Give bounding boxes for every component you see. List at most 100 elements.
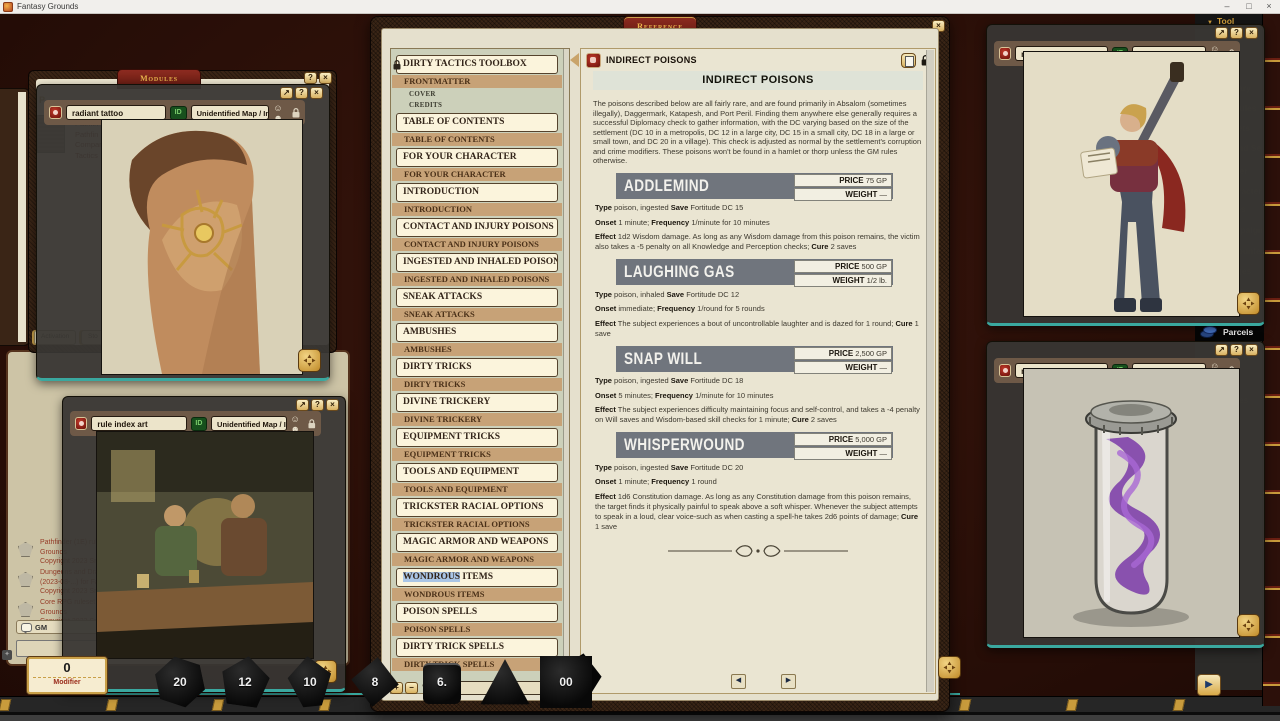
d8-die[interactable]: 8	[349, 656, 401, 708]
toc-entry[interactable]: COVER	[391, 89, 563, 100]
toc-entry[interactable]: TRICKSTER RACIAL OPTIONS	[396, 498, 558, 517]
id-badge[interactable]: ID	[170, 106, 187, 120]
toc-entry[interactable]: FOR YOUR CHARACTER	[396, 148, 558, 167]
effect-line: Effect 1d2 Wisdom damage. As long as any…	[595, 232, 923, 252]
toc-entry[interactable]: AMBUSHES	[396, 323, 558, 342]
image-name-field[interactable]: rule index art	[91, 416, 186, 431]
toc-entry[interactable]: INTRODUCTION	[392, 203, 562, 216]
toc-entry[interactable]: FOR YOUR CHARACTER	[392, 168, 562, 181]
radiant-tattoo-image[interactable]	[101, 119, 303, 375]
modifier-settings-icon[interactable]: ✦	[2, 650, 12, 660]
close-icon[interactable]: ×	[310, 87, 323, 99]
minimize-button[interactable]: –	[1218, 0, 1236, 13]
popout-icon[interactable]: ↗	[1215, 344, 1228, 356]
hotbar-page-marker[interactable]	[959, 699, 972, 711]
toc-entry[interactable]: EQUIPMENT TRICKS	[392, 448, 562, 461]
open-book-icon[interactable]	[901, 53, 916, 68]
toc-entry[interactable]: TOOLS AND EQUIPMENT	[392, 483, 562, 496]
image-name-field[interactable]: radiant tattoo	[66, 105, 166, 120]
hotbar-page-marker[interactable]	[1173, 699, 1186, 711]
toc-entry[interactable]: TABLE OF CONTENTS	[396, 113, 558, 132]
toc-entry[interactable]: CREDITS	[391, 100, 563, 111]
radial-menu-button[interactable]	[1237, 292, 1260, 315]
toc-entry[interactable]: TABLE OF CONTENTS	[392, 133, 562, 146]
toc-entry[interactable]: DIVINE TRICKERY	[392, 413, 562, 426]
id-badge[interactable]: ID	[191, 417, 207, 431]
maximize-button[interactable]: □	[1240, 0, 1258, 13]
toc-entry[interactable]: POISON SPELLS	[396, 603, 558, 622]
nightmare-vapor-image[interactable]	[1023, 368, 1240, 638]
d4-die[interactable]	[479, 656, 531, 708]
toc-entry[interactable]: TRICKSTER RACIAL OPTIONS	[392, 518, 562, 531]
content-scrollbar[interactable]	[926, 50, 934, 692]
play-button[interactable]: ▶	[1197, 674, 1221, 696]
toc-entry[interactable]: MAGIC ARMOR AND WEAPONS	[392, 553, 562, 566]
popout-icon[interactable]: ↗	[280, 87, 293, 99]
radial-menu-button[interactable]	[298, 349, 321, 372]
toc-entry[interactable]: INTRODUCTION	[396, 183, 558, 202]
d6-die[interactable]: 6.	[416, 656, 468, 708]
toc-entry[interactable]: SNEAK ATTACKS	[396, 288, 558, 307]
close-icon[interactable]: ×	[326, 399, 339, 411]
poison-cost-cells: PRICE 500 GPWEIGHT 1/2 lb.	[794, 260, 892, 288]
toc-entry[interactable]: POISON SPELLS	[392, 623, 562, 636]
help-icon[interactable]: ?	[304, 72, 317, 84]
image-category-field[interactable]: Unidentified Map / Im	[211, 416, 286, 431]
d100-die[interactable]: 00	[540, 656, 592, 708]
toc-entry[interactable]: DIVINE TRICKERY	[396, 393, 558, 412]
lock-icon[interactable]	[393, 60, 401, 70]
rule-index-art-image[interactable]	[96, 431, 314, 659]
close-icon[interactable]: ×	[319, 72, 332, 84]
toc-entry[interactable]: CONTACT AND INJURY POISONS	[392, 238, 562, 251]
toc-entry[interactable]: CONTACT AND INJURY POISONS	[396, 218, 558, 237]
close-icon[interactable]: ×	[1245, 27, 1258, 39]
help-icon[interactable]: ?	[295, 87, 308, 99]
toc-entry[interactable]: INGESTED AND INHALED POISONS	[396, 253, 558, 272]
lock-icon[interactable]	[308, 419, 316, 429]
close-button[interactable]: ×	[1260, 0, 1278, 13]
die-number: 12	[219, 656, 271, 708]
weight-cell: WEIGHT —	[794, 447, 892, 460]
toc-entry[interactable]: INGESTED AND INHALED POISONS	[392, 273, 562, 286]
modifier-box[interactable]: 0 Modifier	[26, 656, 108, 695]
next-page-button[interactable]: ▶	[781, 674, 796, 689]
hotbar-page-marker[interactable]	[0, 699, 11, 711]
close-icon[interactable]: ×	[1245, 344, 1258, 356]
radial-menu-button[interactable]	[938, 656, 961, 679]
weight-cell: WEIGHT —	[794, 361, 892, 374]
toc-scrollbar[interactable]	[563, 49, 569, 693]
d10-die[interactable]: 10	[284, 656, 336, 708]
weight-cell: WEIGHT 1/2 lb.	[794, 274, 892, 287]
toc-entry[interactable]: WONDROUS ITEMS	[396, 568, 558, 587]
image-category-field[interactable]: Unidentified Map / Im	[191, 105, 270, 120]
dice-tray: 2012108 6. 00	[140, 650, 610, 710]
next-month-image[interactable]	[1023, 51, 1240, 317]
popout-icon[interactable]: ↗	[296, 399, 309, 411]
radial-menu-button[interactable]	[1237, 614, 1260, 637]
toc-entry[interactable]: SNEAK ATTACKS	[392, 308, 562, 321]
toc-entry[interactable]: DIRTY TACTICS TOOLBOX	[396, 55, 558, 74]
toc-entry[interactable]: DIRTY TRICKS	[396, 358, 558, 377]
lock-icon[interactable]	[292, 108, 300, 118]
help-icon[interactable]: ?	[311, 399, 324, 411]
toc-entry[interactable]: MAGIC ARMOR AND WEAPONS	[396, 533, 558, 552]
onset-line: Onset 5 minutes; Frequency 1/minute for …	[595, 391, 923, 401]
popout-icon[interactable]: ↗	[1215, 27, 1228, 39]
help-icon[interactable]: ?	[1230, 27, 1243, 39]
toc-entry[interactable]: TOOLS AND EQUIPMENT	[396, 463, 558, 482]
help-icon[interactable]: ?	[1230, 344, 1243, 356]
toc-entry[interactable]: DIRTY TRICKS	[392, 378, 562, 391]
toc-entry[interactable]: EQUIPMENT TRICKS	[396, 428, 558, 447]
d12-die[interactable]: 12	[219, 656, 271, 708]
toc-entry[interactable]: AMBUSHES	[392, 343, 562, 356]
d20-die[interactable]: 20	[154, 656, 206, 708]
background-window	[0, 88, 30, 346]
previous-page-button[interactable]: ◀	[731, 674, 746, 689]
poison-header: ADDLEMINDPRICE 75 GPWEIGHT —	[616, 173, 893, 199]
toc-entry[interactable]: FRONTMATTER	[392, 75, 562, 88]
toc-entry[interactable]: WONDROUS ITEMS	[392, 588, 562, 601]
hotbar-page-marker[interactable]	[106, 699, 119, 711]
toc-collapse-arrow[interactable]	[570, 53, 579, 67]
hotbar-page-marker[interactable]	[1066, 699, 1079, 711]
weight-cell: WEIGHT —	[794, 188, 892, 201]
